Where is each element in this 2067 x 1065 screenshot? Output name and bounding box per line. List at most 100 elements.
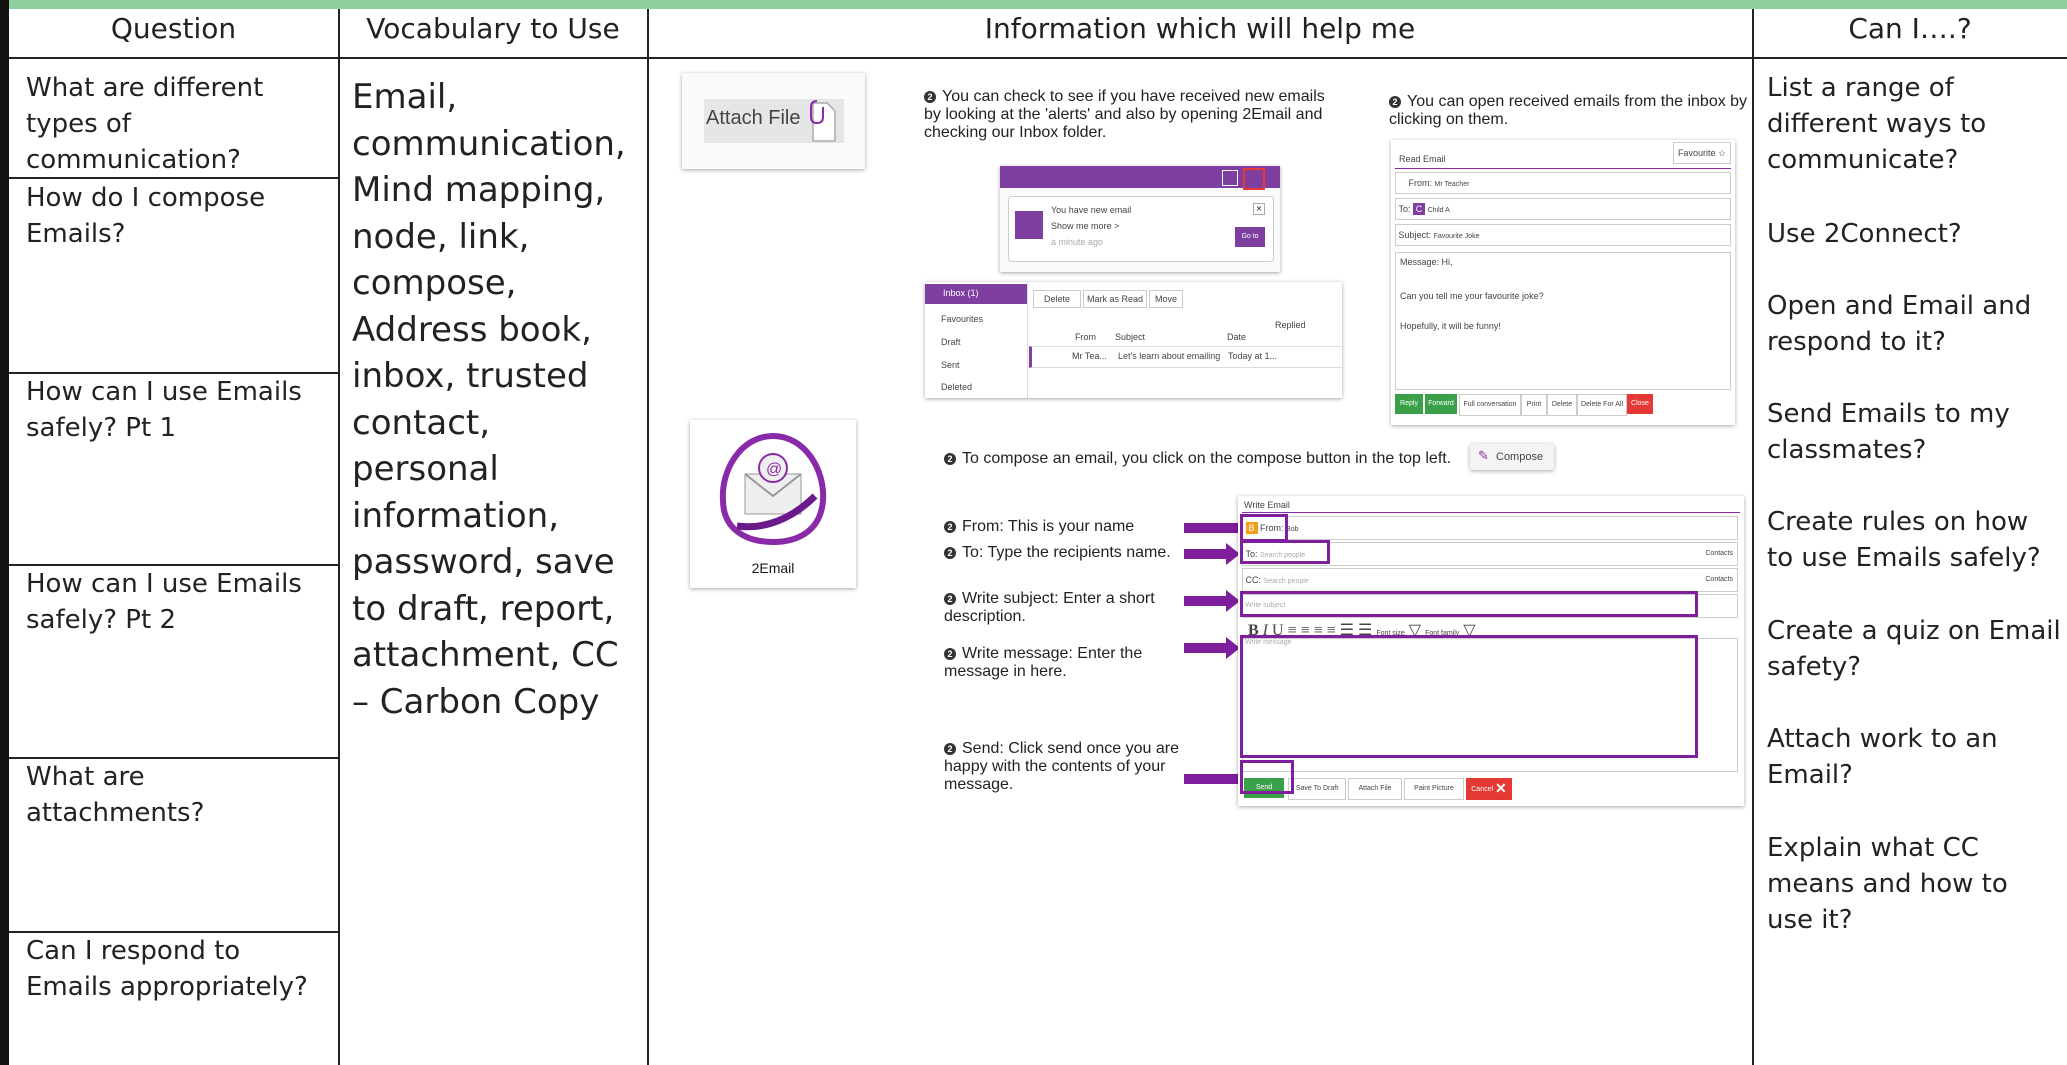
folder-favourites[interactable]: Favourites (941, 314, 983, 324)
delete-button[interactable]: Delete (1547, 394, 1577, 416)
column-divider (338, 9, 340, 1065)
close-button[interactable]: Close (1627, 394, 1653, 414)
step-message: 2 Write message: Enter the message in her… (944, 645, 1143, 680)
can-i-8: Explain what CC means and how to use it? (1767, 833, 2008, 935)
column-divider (647, 9, 649, 1065)
vocab-line: to draft, report, (352, 588, 615, 629)
alert-time: a minute ago (1051, 237, 1104, 247)
vocab-line: information, (352, 495, 560, 536)
vocab-line: inbox, trusted (352, 356, 589, 396)
folder-inbox[interactable]: Inbox (1) (943, 288, 979, 298)
read-email-screenshot: Read Email Favourite ☆ From: Mr Teacher … (1391, 140, 1735, 425)
save-to-draft-button[interactable]: Save To Draft (1288, 778, 1346, 800)
contacts-button[interactable]: Contacts (1705, 569, 1733, 591)
subject-row: Subject: Favourite Joke (1395, 224, 1731, 246)
arrow-icon (1184, 543, 1240, 565)
step-to: 2 To: Type the recipients name. (944, 544, 1184, 562)
col-date: Date (1227, 332, 1247, 342)
full-conversation-button[interactable]: Full conversation (1459, 394, 1521, 416)
read-email-title: Read Email (1399, 154, 1446, 164)
can-i-6: Create a quiz on Email safety? (1767, 616, 2061, 682)
vocab-line: node, link, (352, 216, 530, 257)
vocab-line: contact, personal (352, 402, 499, 490)
question-6: Can I respond to Emails appropriately? (26, 936, 308, 1002)
arrow-icon (1184, 768, 1256, 790)
folder-deleted[interactable]: Deleted (941, 382, 972, 392)
arrow-icon (1184, 590, 1240, 612)
2email-app-icon: @ 2Email (690, 420, 856, 588)
alert-title: You have new email (1051, 205, 1132, 215)
step-from: 2 From: This is your name (944, 518, 1174, 536)
cancel-button[interactable]: Cancel ✕ (1466, 778, 1512, 800)
alert-popup[interactable]: You have new email Show me more > a minu… (1008, 196, 1274, 262)
alert-show-more[interactable]: Show me more > (1051, 221, 1119, 231)
vocab-line: Address book, (352, 309, 592, 350)
contacts-button[interactable]: Contacts (1705, 543, 1733, 565)
header-information: Information which will help me (984, 12, 1416, 45)
delete-button[interactable]: Delete (1033, 290, 1081, 308)
mark-as-read-button[interactable]: Mark as Read (1083, 290, 1147, 308)
move-button[interactable]: Move (1149, 290, 1183, 308)
step-subject: 2 Write subject: Enter a short descriptio… (944, 590, 1155, 625)
reply-button[interactable]: Reply (1395, 394, 1423, 414)
note-inbox: 2 You can open received emails from the i… (1389, 93, 1748, 128)
attach-file-label: Attach File (706, 107, 801, 129)
close-icon[interactable]: × (1253, 203, 1265, 215)
highlight-message (1240, 635, 1698, 758)
cc-field[interactable]: CC: Search people Contacts (1242, 568, 1738, 592)
vocab-line: – Carbon Copy (352, 681, 600, 722)
from-row: From: Mr Teacher (1395, 172, 1731, 194)
question-4: How can I use Emails safely? Pt 2 (26, 569, 302, 635)
go-to-button[interactable]: Go to (1235, 227, 1265, 247)
folder-sent[interactable]: Sent (941, 360, 960, 370)
arrow-icon (1184, 637, 1240, 659)
table-row[interactable]: Mr Tea... Let's learn about emailing Tod… (1029, 346, 1345, 368)
print-button[interactable]: Print (1521, 394, 1547, 416)
vocab-line: Mind mapping, (352, 170, 606, 210)
vocab-line: Email, (352, 77, 458, 117)
can-i-4: Send Emails to my classmates? (1767, 399, 2010, 465)
can-i-5: Create rules on how to use Emails safely… (1767, 507, 2041, 573)
col-replied: Replied (1275, 320, 1306, 330)
mail-icon (1015, 211, 1043, 239)
paperclip-icon (810, 100, 836, 142)
top-color-bar (0, 0, 2067, 9)
paint-picture-button[interactable]: Paint Picture (1404, 778, 1464, 800)
highlight-send (1240, 760, 1294, 794)
can-i-3: Open and Email and respond to it? (1767, 291, 2032, 357)
step-send: 2 Send: Click send once you are happy wit… (944, 740, 1180, 793)
email-envelope-icon: @ (719, 432, 827, 546)
delete-for-all-button[interactable]: Delete For All (1577, 394, 1627, 416)
attach-file-image: Attach File (682, 73, 865, 169)
alert-bell-icon[interactable] (1243, 168, 1265, 190)
note-compose: 2 To compose an email, you click on the c… (944, 450, 1484, 468)
highlight-from (1240, 514, 1288, 542)
filter-icon[interactable] (1222, 170, 1238, 186)
pencil-icon: ✎ (1478, 449, 1489, 464)
header-question: Question (110, 12, 237, 45)
highlight-subject (1240, 591, 1698, 617)
can-i-7: Attach work to an Email? (1767, 724, 1998, 790)
can-i-1: List a range of different ways to commun… (1767, 73, 1987, 175)
compose-button[interactable]: ✎ Compose (1470, 444, 1554, 470)
header-divider (9, 57, 2067, 59)
folder-draft[interactable]: Draft (941, 337, 961, 347)
alerts-screenshot: You have new email Show me more > a minu… (1000, 166, 1280, 272)
header-vocabulary: Vocabulary to Use (366, 12, 620, 45)
from-field: B From: Bob (1242, 516, 1738, 540)
left-border (0, 0, 9, 1065)
inbox-screenshot: Inbox (1) Favourites Draft Sent Deleted … (925, 282, 1345, 398)
svg-text:@: @ (766, 461, 782, 478)
header-can-i: Can I….? (1848, 12, 1972, 45)
2email-label: 2Email (751, 560, 795, 576)
attach-file-button[interactable]: Attach File (1348, 778, 1402, 800)
arrow-icon (1184, 517, 1256, 539)
column-divider (1752, 9, 1754, 1065)
question-2: How do I compose Emails? (26, 183, 266, 249)
highlight-to (1240, 540, 1330, 564)
vocab-line: attachment, CC (352, 635, 619, 675)
col-from: From (1075, 332, 1096, 342)
question-3: How can I use Emails safely? Pt 1 (26, 377, 302, 443)
forward-button[interactable]: Forward (1425, 394, 1457, 414)
favourite-button[interactable]: Favourite ☆ (1673, 142, 1731, 164)
